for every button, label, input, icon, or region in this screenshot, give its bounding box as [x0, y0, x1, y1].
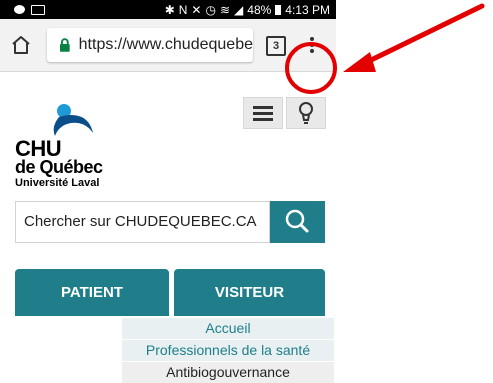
annotation-arrow-icon [343, 3, 485, 72]
